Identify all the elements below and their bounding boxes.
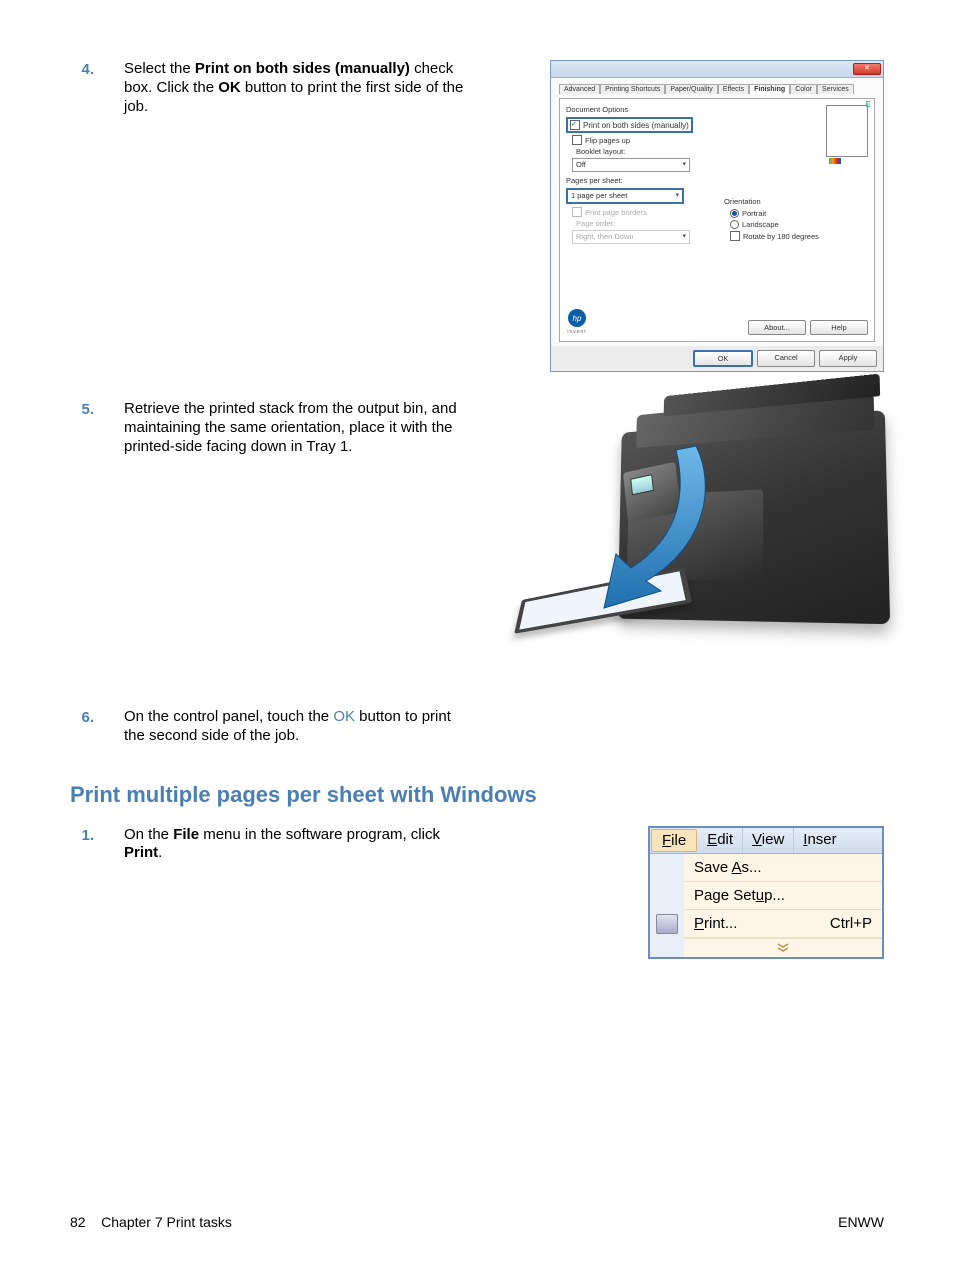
page-number: 82 [70, 1214, 86, 1230]
booklet-layout-label: Booklet layout: [576, 147, 716, 156]
step-4: 4. Select the Print on both sides (manua… [70, 60, 884, 372]
dialog-tabs: Advanced Printing Shortcuts Paper/Qualit… [559, 84, 875, 94]
printer-illustration [514, 400, 884, 680]
print-both-sides-checkbox[interactable]: Print on both sides (manually) [566, 117, 693, 133]
step-number: 6. [70, 708, 94, 726]
ok-button[interactable]: OK [693, 350, 753, 367]
tab-paper-quality[interactable]: Paper/Quality [665, 84, 717, 94]
step-5: 5. Retrieve the printed stack from the o… [70, 400, 884, 680]
step-number: 4. [70, 60, 94, 78]
menu-edit[interactable]: Edit [698, 828, 743, 853]
file-menu-screenshot: File Edit View Inser Save As... Page Set… [648, 826, 884, 959]
section-heading: Print multiple pages per sheet with Wind… [70, 782, 884, 808]
page-order-combo: Right, then Down ▾ [572, 230, 690, 244]
checkbox-icon [572, 207, 582, 217]
chapter-label: Chapter 7 Print tasks [101, 1214, 232, 1230]
checkbox-icon [572, 135, 582, 145]
chevron-down-icon: ▾ [682, 231, 686, 243]
booklet-layout-combo[interactable]: Off ▾ [572, 158, 690, 172]
print-properties-dialog: ✕ Advanced Printing Shortcuts Paper/Qual… [550, 60, 884, 372]
section2-step-1: 1. On the File menu in the software prog… [70, 826, 884, 959]
about-button[interactable]: About... [748, 320, 806, 335]
step-text: On the control panel, touch the OK butto… [124, 708, 464, 746]
chevron-down-icon: ▾ [675, 190, 679, 202]
radio-icon [730, 220, 739, 229]
radio-icon [730, 209, 739, 218]
orientation-landscape[interactable]: Landscape [730, 220, 868, 229]
menuitem-page-setup[interactable]: Page Setup... [684, 882, 882, 910]
orientation-label: Orientation [724, 197, 868, 206]
hp-logo-icon: hp [568, 309, 586, 327]
menu-view[interactable]: View [743, 828, 794, 853]
menu-file[interactable]: File [651, 829, 697, 852]
footer-right: ENWW [838, 1214, 884, 1230]
menuitem-save-as[interactable]: Save As... [684, 854, 882, 882]
checkbox-icon [730, 231, 740, 241]
step-text: Select the Print on both sides (manually… [124, 60, 464, 116]
dialog-titlebar: ✕ [551, 61, 883, 78]
pages-per-sheet-combo[interactable]: 1 page per sheet ▾ [566, 188, 684, 204]
step-number: 1. [70, 826, 94, 844]
menuitem-print[interactable]: Print... Ctrl+P [684, 910, 882, 938]
printer-icon [656, 914, 678, 934]
step-number: 5. [70, 400, 94, 418]
pages-per-sheet-label: Pages per sheet: [566, 176, 716, 185]
chevron-down-icon: ▾ [682, 159, 686, 171]
page-order-label: Page order: [576, 219, 716, 228]
cancel-button[interactable]: Cancel [757, 350, 815, 367]
tab-services[interactable]: Services [817, 84, 854, 94]
tab-color[interactable]: Color [790, 84, 817, 94]
orientation-portrait[interactable]: Portrait [730, 209, 868, 218]
tab-printing-shortcuts[interactable]: Printing Shortcuts [600, 84, 665, 94]
menu-expand-icon[interactable] [684, 938, 882, 957]
help-button[interactable]: Help [810, 320, 868, 335]
step-6: 6. On the control panel, touch the OK bu… [70, 708, 884, 746]
apply-button[interactable]: Apply [819, 350, 877, 367]
flip-pages-checkbox[interactable]: Flip pages up [572, 135, 716, 145]
tab-finishing[interactable]: Finishing [749, 84, 790, 94]
menubar: File Edit View Inser [650, 828, 882, 854]
tab-effects[interactable]: Effects [718, 84, 749, 94]
rotate-180-checkbox[interactable]: Rotate by 180 degrees [730, 231, 868, 241]
menu-insert[interactable]: Inser [794, 828, 845, 853]
file-dropdown: Save As... Page Setup... Print... Ctrl+P [650, 854, 882, 957]
page-footer: 82 Chapter 7 Print tasks ENWW [70, 1214, 884, 1230]
tab-advanced[interactable]: Advanced [559, 84, 600, 94]
step-text: On the File menu in the software program… [124, 826, 464, 864]
step-text: Retrieve the printed stack from the outp… [124, 400, 464, 456]
page-preview-icon: E [826, 105, 868, 157]
print-page-borders-checkbox: Print page borders [572, 207, 716, 217]
checkbox-icon [570, 120, 580, 130]
document-options-label: Document Options [566, 105, 716, 114]
close-icon[interactable]: ✕ [853, 63, 881, 75]
